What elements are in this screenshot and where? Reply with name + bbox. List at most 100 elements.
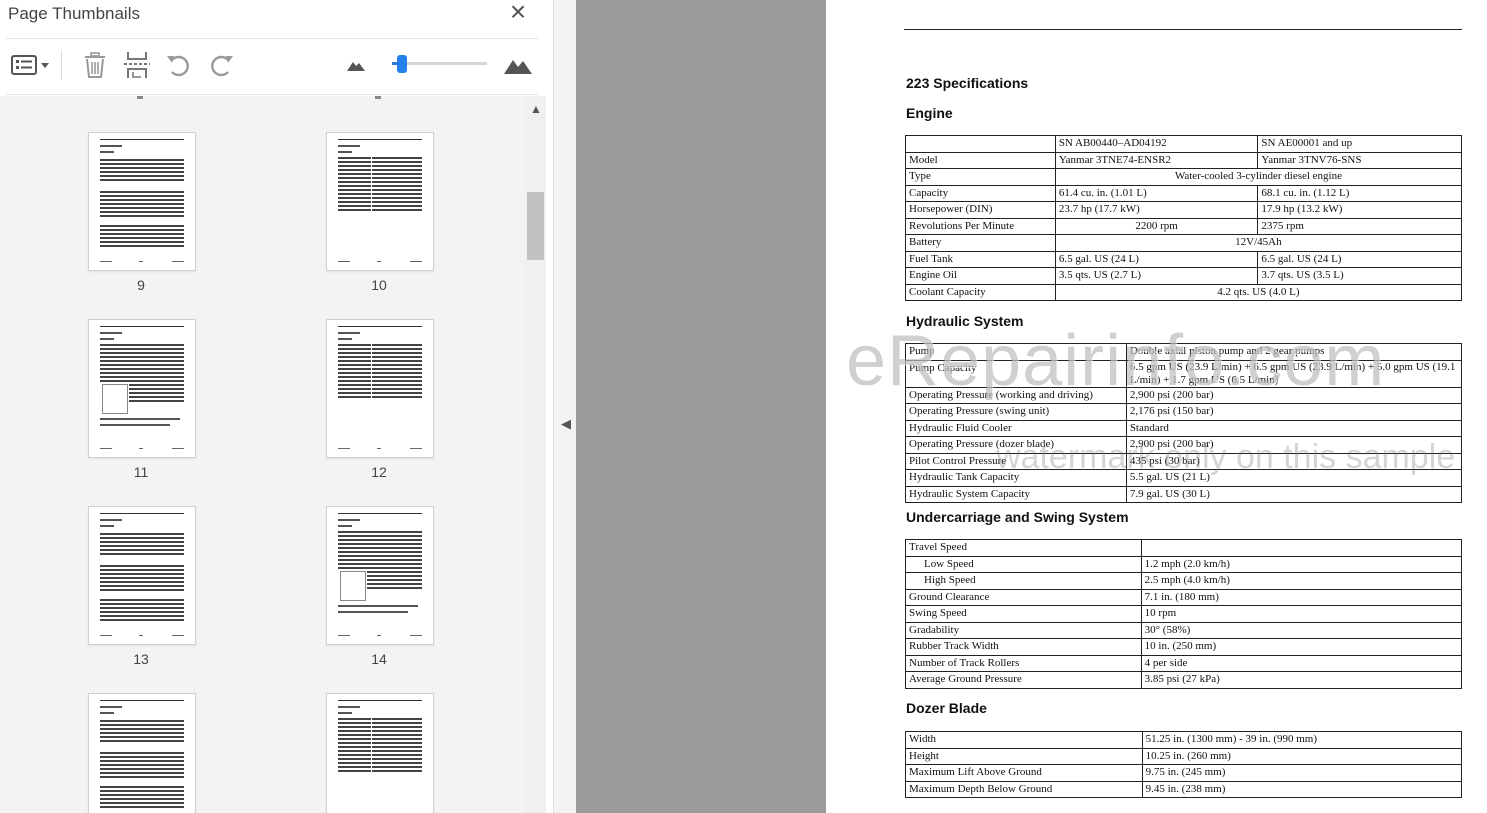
table-cell: 51.25 in. (1300 mm) - 39 in. (990 mm) (1141, 731, 1463, 749)
thumbnail-table (338, 344, 371, 400)
panel-splitter[interactable]: ◀ (553, 0, 577, 813)
table-cell: 68.1 cu. in. (1.12 L) (1257, 184, 1462, 202)
larger-thumbnails-button[interactable] (502, 48, 534, 82)
row-label: Fuel Tank (905, 250, 1056, 268)
row-label: Pump (905, 343, 1127, 361)
thumbnail-rule (100, 513, 184, 514)
table-cell (1140, 539, 1463, 557)
thumbnail-text (338, 611, 408, 613)
thumbnail-footer (100, 635, 112, 636)
rotate-counterclockwise-button[interactable] (162, 48, 196, 82)
thumbnail-footer (139, 261, 143, 262)
thumbnail-table (129, 384, 184, 404)
close-icon: × (509, 0, 527, 27)
scroll-up-icon[interactable]: ▲ (530, 102, 542, 116)
thumbnail-rule (100, 700, 184, 701)
page-thumbnail[interactable] (326, 506, 434, 645)
page-thumbnail[interactable] (88, 132, 196, 271)
row-label: Ground Clearance (905, 588, 1142, 606)
table-row: Operating Pressure (swing unit) 2,176 psi… (905, 403, 1463, 421)
thumbnail-text (100, 145, 122, 147)
row-label: Model (905, 151, 1056, 169)
thumbnail-table (100, 159, 184, 183)
delete-page-button[interactable] (78, 48, 112, 82)
page-thumbnail[interactable] (326, 132, 434, 271)
thumbnail-table (100, 191, 184, 219)
row-label: Height (905, 747, 1143, 765)
table-cell: 12V/45Ah (1054, 234, 1463, 252)
table-header-cell (905, 135, 1056, 153)
thumbnail-text (100, 706, 122, 708)
table-cell: Yanmar 3TNE74-ENSR2 (1054, 151, 1259, 169)
thumbnail-footer (338, 261, 350, 262)
thumbnail-text (338, 332, 360, 334)
undercarriage-table: Travel Speed Low Speed 1.2 mph (2.0 km/h) H… (905, 539, 1463, 689)
thumbnail-page-number: 10 (371, 277, 387, 293)
dozer-heading: Dozer Blade (906, 700, 987, 716)
thumbnail-text (100, 418, 180, 420)
table-row: Hydraulic Fluid Cooler Standard (905, 419, 1463, 437)
slider-handle[interactable] (396, 55, 407, 73)
page-thumbnail[interactable] (326, 693, 434, 813)
table-row: High Speed 2.5 mph (4.0 km/h) (905, 572, 1463, 590)
thumbnail-label-fragment (375, 96, 381, 99)
thumbnail-table (367, 571, 422, 591)
thumbnail-footer (172, 261, 184, 262)
table-row: Revolutions Per Minute 2200 rpm 2375 rpm (905, 217, 1462, 235)
thumbnail-page-number: 12 (371, 464, 387, 480)
table-row: Maximum Depth Below Ground 9.45 in. (238 … (905, 780, 1463, 798)
row-label: Operating Pressure (dozer blade) (905, 436, 1127, 454)
row-label: Swing Speed (905, 605, 1142, 623)
thumbnail-rule (338, 326, 422, 327)
list-options-icon (11, 55, 49, 75)
thumbnail-table (338, 531, 422, 569)
row-label: Pump Capacity (905, 359, 1127, 388)
scrollbar-thumb[interactable] (527, 192, 544, 260)
rotate-clockwise-button[interactable] (204, 48, 238, 82)
row-label: High Speed (905, 572, 1142, 590)
page-thumbnail[interactable] (326, 319, 434, 458)
table-cell: Standard (1125, 419, 1463, 437)
table-row: Ground Clearance 7.1 in. (180 mm) (905, 588, 1463, 606)
thumbnail-table (100, 786, 184, 810)
table-row: Gradability 30° (58%) (905, 621, 1463, 639)
table-row: Low Speed 1.2 mph (2.0 km/h) (905, 555, 1463, 573)
thumbnail-text (100, 525, 114, 527)
smaller-thumbnails-button[interactable] (344, 48, 368, 82)
table-cell: 3.5 qts. US (2.7 L) (1054, 267, 1259, 285)
thumbnail-label-fragment (137, 96, 143, 99)
page-thumbnail[interactable] (88, 319, 196, 458)
table-cell: 3.7 qts. US (3.5 L) (1257, 267, 1462, 285)
thumbnail-list[interactable]: 9 10 11 12 13 14 (0, 96, 525, 813)
table-cell: 10.25 in. (260 mm) (1141, 747, 1463, 765)
thumbnail-options-button[interactable] (8, 48, 52, 82)
thumbnail-scrollbar[interactable]: ▲ (525, 96, 546, 813)
table-cell: Double axial piston pump and 2 gear pump… (1125, 343, 1463, 361)
row-label: Hydraulic Tank Capacity (905, 469, 1127, 487)
thumbnail-text (338, 151, 352, 153)
table-row: Average Ground Pressure 3.85 psi (27 kPa) (905, 671, 1463, 689)
table-row: Pump Capacity 6.5 gpm US (23.9 L/min) + 6… (905, 359, 1463, 388)
insert-page-button[interactable] (120, 48, 154, 82)
table-row: Coolant Capacity 4.2 qts. US (4.0 L) (905, 283, 1463, 301)
table-row: Horsepower (DIN) 23.7 hp (17.7 kW) 17.9 hp… (905, 201, 1462, 219)
page-thumbnail[interactable] (88, 506, 196, 645)
thumbnail-rule (100, 326, 184, 327)
table-row: Engine Oil 3.5 qts. US (2.7 L) 3.7 qts. US… (905, 267, 1462, 285)
table-row: Travel Speed (905, 539, 1463, 557)
page-thumbnail[interactable] (88, 693, 196, 813)
row-label: Hydraulic Fluid Cooler (905, 419, 1127, 437)
thumbnail-text (338, 525, 352, 527)
row-label: Pilot Control Pressure (905, 452, 1127, 470)
collapse-panel-icon[interactable]: ◀ (561, 416, 571, 432)
hydraulic-table: Pump Double axial piston pump and 2 gear … (905, 343, 1463, 503)
table-row: Capacity 61.4 cu. in. (1.01 L) 68.1 cu. in… (905, 184, 1462, 202)
close-panel-button[interactable]: × (507, 0, 529, 27)
table-cell: 1.2 mph (2.0 km/h) (1140, 555, 1463, 573)
row-label: Operating Pressure (working and driving) (905, 386, 1127, 404)
table-row: Fuel Tank 6.5 gal. US (24 L) 6.5 gal. US (… (905, 250, 1462, 268)
table-cell: 17.9 hp (13.2 kW) (1257, 201, 1462, 219)
table-cell: 3.85 psi (27 kPa) (1140, 671, 1463, 689)
table-cell: 23.7 hp (17.7 kW) (1054, 201, 1259, 219)
document-page: 223 Specifications Engine SN AB00440–AD0… (826, 0, 1487, 813)
